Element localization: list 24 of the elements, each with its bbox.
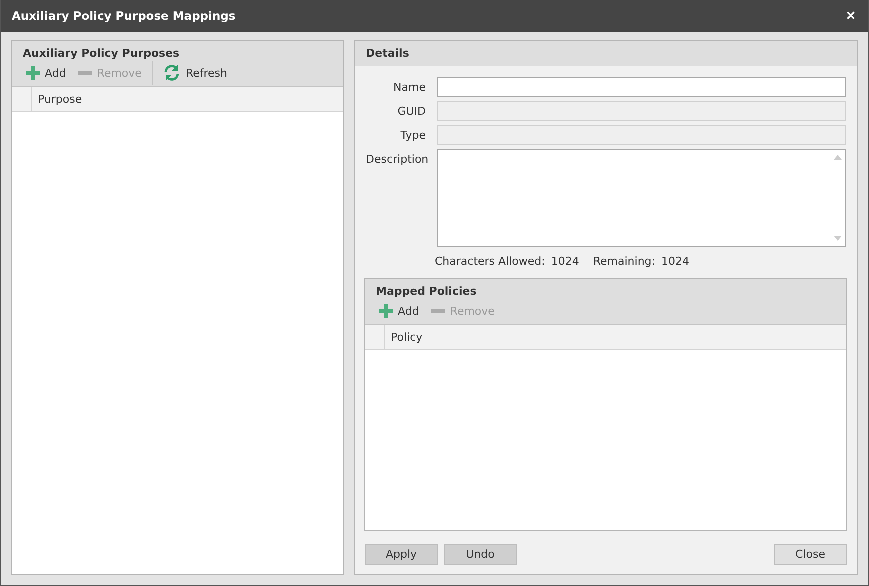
- panel-title: Mapped Policies: [375, 284, 478, 298]
- counter-label: Characters Allowed:: [435, 255, 546, 268]
- window-title: Auxiliary Policy Purpose Mappings: [12, 9, 236, 23]
- plus-icon: [26, 66, 40, 80]
- add-button[interactable]: Add: [373, 300, 426, 322]
- field-label: GUID: [396, 104, 426, 118]
- column-header[interactable]: Policy: [385, 325, 429, 349]
- plus-icon: [379, 304, 393, 318]
- close-button[interactable]: ✕: [844, 9, 858, 23]
- panel-title: Auxiliary Policy Purposes: [22, 46, 181, 60]
- refresh-button[interactable]: Refresh: [156, 62, 234, 84]
- field-label: Name: [392, 80, 426, 94]
- add-button[interactable]: Add: [20, 62, 72, 84]
- field-label: Type: [400, 128, 426, 142]
- field-label: Description: [366, 152, 426, 166]
- description-field[interactable]: [437, 149, 846, 247]
- input-field[interactable]: [437, 77, 846, 97]
- counter-value: 1024: [661, 255, 690, 268]
- panel-title: Details: [365, 47, 410, 60]
- dialog-button[interactable]: Close: [774, 544, 847, 565]
- refresh-icon: [162, 64, 181, 82]
- column-header[interactable]: Purpose: [32, 87, 88, 111]
- counter-label: Remaining:: [593, 255, 656, 268]
- counter-value: 1024: [551, 255, 580, 268]
